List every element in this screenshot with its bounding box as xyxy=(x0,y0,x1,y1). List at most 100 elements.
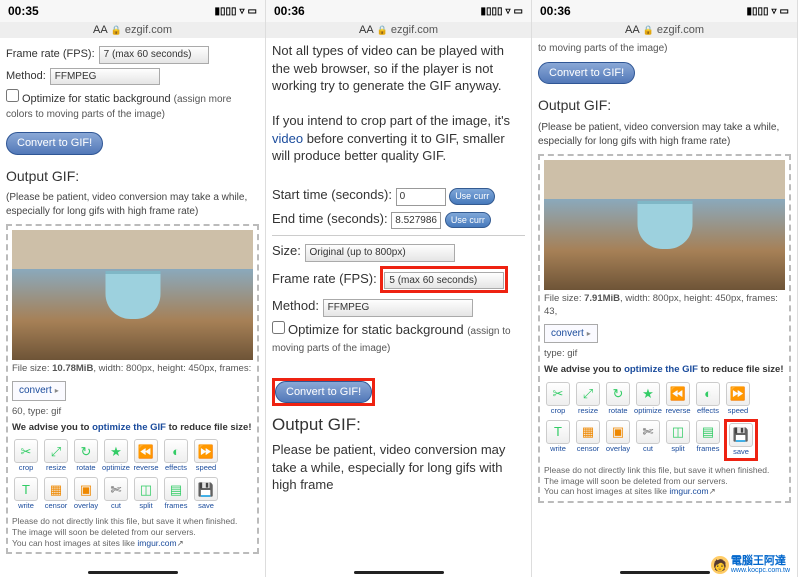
para-1: Not all types of video can be played wit… xyxy=(272,42,525,95)
convert-button[interactable]: Convert to GIF! xyxy=(6,132,103,155)
url-text: ezgif.com xyxy=(657,24,704,36)
page-content: Frame rate (FPS):7 (max 60 seconds) Meth… xyxy=(0,38,265,558)
overlay-tool[interactable]: ▣overlay xyxy=(604,419,632,455)
reverse-tool[interactable]: ⏪reverse xyxy=(664,381,692,417)
video-link[interactable]: video xyxy=(272,131,303,146)
home-indicator[interactable] xyxy=(88,571,178,574)
address-bar[interactable]: AA 🔒 ezgif.com xyxy=(266,22,531,38)
size-select[interactable]: Original (up to 800px) xyxy=(305,244,455,262)
gif-preview xyxy=(544,160,785,290)
lock-icon: 🔒 xyxy=(643,25,654,36)
start-label: Start time (seconds): xyxy=(272,187,392,202)
speed-tool[interactable]: ⏩speed xyxy=(724,381,752,417)
highlight-fps: 5 (max 60 seconds) xyxy=(380,266,508,294)
write-tool[interactable]: Twrite xyxy=(544,419,572,455)
split-tool[interactable]: ◫split xyxy=(664,419,692,455)
effects-tool[interactable]: ◐effects xyxy=(694,381,722,417)
resize-tool[interactable]: ⤢resize xyxy=(574,381,602,417)
address-bar[interactable]: AA 🔒 ezgif.com xyxy=(0,22,265,38)
rotate-tool[interactable]: ↻rotate xyxy=(72,438,100,474)
lock-icon: 🔒 xyxy=(377,25,388,36)
page-content: Not all types of video can be played wit… xyxy=(266,38,531,498)
ios-status-bar: 00:36 ▮▯▯▯ ▿ ▭ xyxy=(266,0,531,22)
patient-note: (Please be patient, video conversion may… xyxy=(538,121,791,148)
status-icons: ▮▯▯▯ ▿ ▭ xyxy=(215,6,258,17)
effects-tool[interactable]: ◐effects xyxy=(162,438,190,474)
split-tool[interactable]: ◫split xyxy=(132,476,160,512)
page-content: to moving parts of the image) Convert to… xyxy=(532,38,797,507)
home-indicator[interactable] xyxy=(620,571,710,574)
advise-text: We advise you to optimize the GIF to red… xyxy=(12,422,253,435)
frames-tool[interactable]: ▤frames xyxy=(162,476,190,512)
save-tool[interactable]: 💾save xyxy=(727,422,755,458)
use-current-start[interactable]: Use curr xyxy=(449,188,495,204)
status-icons: ▮▯▯▯ ▿ ▭ xyxy=(481,6,524,17)
footer-note: Please do not directly link this file, b… xyxy=(12,516,253,548)
address-bar[interactable]: AA 🔒 ezgif.com xyxy=(532,22,797,38)
aa-button[interactable]: AA xyxy=(359,24,374,36)
output-heading: Output GIF: xyxy=(538,96,791,115)
method-select[interactable]: FFMPEG xyxy=(50,68,160,86)
patient-note: (Please be patient, video conversion may… xyxy=(6,191,259,218)
use-current-end[interactable]: Use curr xyxy=(445,212,491,228)
home-indicator[interactable] xyxy=(354,571,444,574)
highlight-convert: Convert to GIF! xyxy=(272,378,375,407)
convert-link[interactable]: convert▸ xyxy=(12,381,66,401)
crop-tool[interactable]: ✂crop xyxy=(12,438,40,474)
censor-tool[interactable]: ▦censor xyxy=(574,419,602,455)
signal-icon: ▮▯▯▯ xyxy=(747,6,769,17)
size-label: Size: xyxy=(272,243,301,258)
fps-select[interactable]: 7 (max 60 seconds) xyxy=(99,46,209,64)
cut-tool[interactable]: ✄cut xyxy=(634,419,662,455)
tool-row-2: Twrite ▦censor ▣overlay ✄cut ◫split ▤fra… xyxy=(544,419,785,461)
crop-tool[interactable]: ✂crop xyxy=(544,381,572,417)
write-tool[interactable]: Twrite xyxy=(12,476,40,512)
optimize-checkbox[interactable] xyxy=(272,321,285,334)
aa-button[interactable]: AA xyxy=(625,24,640,36)
aa-button[interactable]: AA xyxy=(93,24,108,36)
watermark: 🧑 電腦王阿達www.kocpc.com.tw xyxy=(708,555,793,575)
cut-tool[interactable]: ✄cut xyxy=(102,476,130,512)
battery-icon: ▭ xyxy=(780,6,789,17)
top-txt: to moving parts of the image) xyxy=(538,42,791,56)
file-meta-2: convert▸ xyxy=(544,322,785,346)
resize-tool[interactable]: ⤢resize xyxy=(42,438,70,474)
clock: 00:36 xyxy=(540,4,571,18)
opt-label: Optimize for static background xyxy=(288,322,464,337)
optimize-tool[interactable]: ★optimize xyxy=(634,381,662,417)
output-box: File size: 7.91MiB, width: 800px, height… xyxy=(538,154,791,503)
end-input[interactable]: 8.527986 xyxy=(391,212,441,230)
convert-button[interactable]: Convert to GIF! xyxy=(275,381,372,404)
reverse-tool[interactable]: ⏪reverse xyxy=(132,438,160,474)
start-input[interactable]: 0 xyxy=(396,188,446,206)
overlay-tool[interactable]: ▣overlay xyxy=(72,476,100,512)
signal-icon: ▮▯▯▯ xyxy=(215,6,237,17)
screenshot-2: 00:36 ▮▯▯▯ ▿ ▭ AA 🔒 ezgif.com Not all ty… xyxy=(266,0,532,577)
fps-select[interactable]: 5 (max 60 seconds) xyxy=(384,272,504,290)
para-2: If you intend to crop part of the image,… xyxy=(272,112,525,165)
convert-button[interactable]: Convert to GIF! xyxy=(538,62,635,85)
wifi-icon: ▿ xyxy=(506,6,511,17)
url-text: ezgif.com xyxy=(391,24,438,36)
optimize-tool[interactable]: ★optimize xyxy=(102,438,130,474)
frames-tool[interactable]: ▤frames xyxy=(694,419,722,455)
rotate-tool[interactable]: ↻rotate xyxy=(604,381,632,417)
tool-row-2: Twrite ▦censor ▣overlay ✄cut ◫split ▤fra… xyxy=(12,476,253,512)
end-label: End time (seconds): xyxy=(272,211,388,226)
optimize-checkbox[interactable] xyxy=(6,89,19,102)
file-meta-3: 60, type: gif xyxy=(12,406,253,419)
save-tool[interactable]: 💾save xyxy=(192,476,220,512)
method-label: Method: xyxy=(6,69,46,84)
speed-tool[interactable]: ⏩speed xyxy=(192,438,220,474)
battery-icon: ▭ xyxy=(248,6,257,17)
method-label: Method: xyxy=(272,298,319,313)
output-heading: Output GIF: xyxy=(6,167,259,186)
convert-link[interactable]: convert▸ xyxy=(544,324,598,344)
censor-tool[interactable]: ▦censor xyxy=(42,476,70,512)
output-heading: Output GIF: xyxy=(272,414,525,437)
wifi-icon: ▿ xyxy=(240,6,245,17)
method-select[interactable]: FFMPEG xyxy=(323,299,473,317)
tool-row-1: ✂crop ⤢resize ↻rotate ★optimize ⏪reverse… xyxy=(544,381,785,417)
fps-label: Frame rate (FPS): xyxy=(272,271,377,286)
highlight-save: 💾save xyxy=(724,419,758,461)
